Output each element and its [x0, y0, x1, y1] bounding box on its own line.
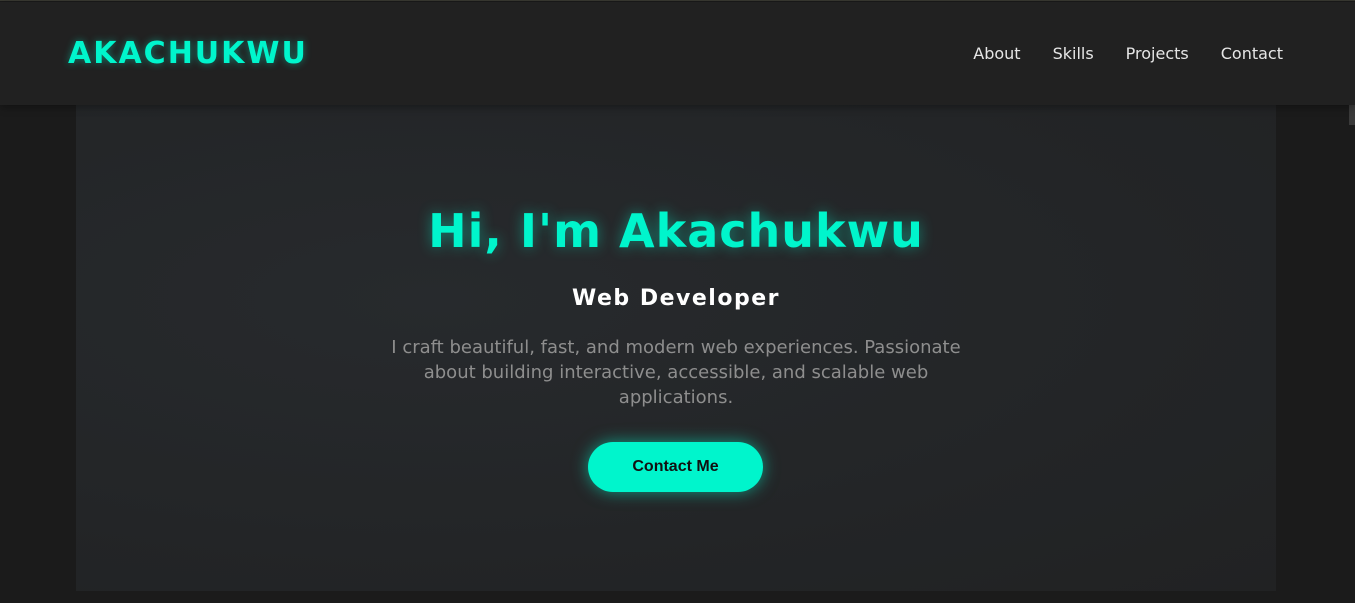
nav-link-projects[interactable]: Projects [1126, 43, 1189, 65]
nav-link-about[interactable]: About [973, 43, 1020, 65]
site-logo[interactable]: AKACHUKWU [68, 35, 308, 73]
navbar: AKACHUKWU About Skills Projects Contact [0, 2, 1355, 105]
hero-description: I craft beautiful, fast, and modern web … [391, 337, 961, 408]
contact-me-button[interactable]: Contact Me [588, 442, 763, 492]
nav-link-contact[interactable]: Contact [1221, 43, 1283, 65]
hero-section: Hi, I'm Akachukwu Web Developer I craft … [76, 105, 1276, 591]
page: AKACHUKWU About Skills Projects Contact … [0, 0, 1355, 603]
nav-links: About Skills Projects Contact [973, 43, 1283, 65]
scrollbar-thumb[interactable] [1349, 105, 1355, 125]
nav-link-skills[interactable]: Skills [1053, 43, 1094, 65]
hero-title: Hi, I'm Akachukwu [428, 204, 924, 258]
hero-subtitle: Web Developer [572, 286, 780, 311]
